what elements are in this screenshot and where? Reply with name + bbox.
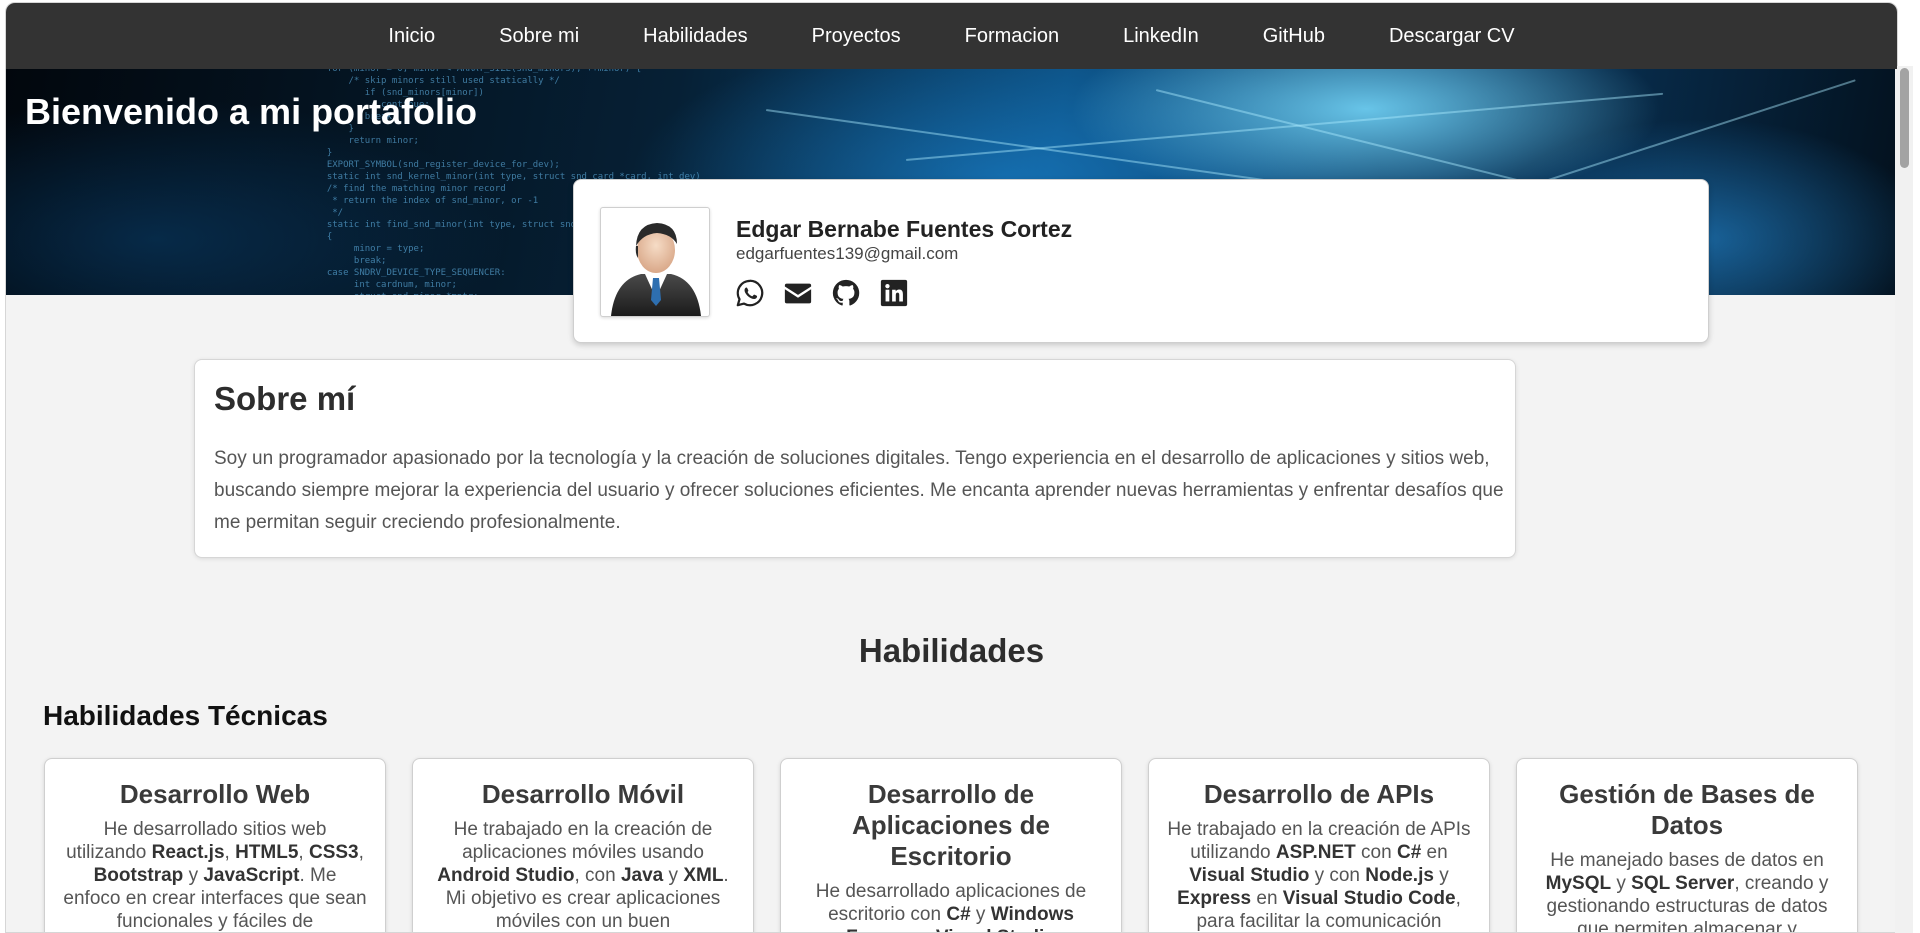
- nav-link-sobre-mi[interactable]: Sobre mi: [499, 25, 579, 48]
- skill-card-web: Desarrollo Web He desarrollado sitios we…: [44, 758, 386, 932]
- skill-keyword: Node.js: [1365, 865, 1434, 886]
- social-links: [735, 278, 909, 308]
- browser-viewport: Inicio Sobre mi Habilidades Proyectos Fo…: [5, 2, 1898, 933]
- whatsapp-icon[interactable]: [735, 278, 765, 308]
- skill-card-title: Desarrollo de APIs: [1203, 779, 1435, 809]
- linkedin-icon[interactable]: [879, 278, 909, 308]
- skill-text: y: [183, 865, 204, 886]
- email-icon[interactable]: [783, 278, 813, 308]
- skill-keyword: Java: [620, 865, 664, 886]
- nav-link-habilidades[interactable]: Habilidades: [643, 25, 748, 48]
- skill-text: y con: [1309, 865, 1366, 886]
- skill-keyword: MySQL: [1545, 873, 1612, 894]
- nav-link-inicio[interactable]: Inicio: [388, 25, 435, 48]
- skill-text: y: [1433, 865, 1449, 886]
- skill-keyword: SQL Server: [1631, 873, 1735, 894]
- skill-text: en: [1421, 842, 1448, 863]
- skill-text: He trabajado en la creación de aplicacio…: [453, 819, 713, 863]
- about-section: Sobre mí Soy un programador apasionado p…: [194, 359, 1516, 558]
- skill-keyword: Visual Studio: [1189, 865, 1310, 886]
- skill-keyword: Android Studio: [437, 865, 575, 886]
- profile-email: edgarfuentes139@gmail.com: [736, 244, 959, 263]
- skill-text: en: [1251, 888, 1283, 909]
- skills-title: Habilidades: [858, 632, 1045, 669]
- technical-skills-subtitle: Habilidades Técnicas: [43, 700, 328, 731]
- skill-keyword: Visual Studio: [936, 927, 1056, 932]
- skill-keyword: Express: [1177, 888, 1252, 909]
- skill-keyword: Windows: [990, 904, 1074, 925]
- skill-text: ,: [358, 842, 364, 863]
- avatar: [600, 207, 710, 317]
- skill-card-databases: Gestión de Bases de Datos He manejado ba…: [1516, 758, 1858, 932]
- skill-keyword: CSS3: [308, 842, 359, 863]
- skill-card-title: Desarrollo Web: [119, 779, 311, 809]
- github-icon[interactable]: [831, 278, 861, 308]
- skill-keyword: React.js: [151, 842, 225, 863]
- hero-light-streak: [905, 92, 1664, 161]
- nav-link-descargar-cv[interactable]: Descargar CV: [1389, 25, 1515, 48]
- skill-keyword: C#: [1396, 842, 1422, 863]
- skill-card-description: He desarrollado sitios web utilizando Re…: [63, 818, 367, 932]
- skill-card-description: He trabajado en la creación de APIs util…: [1167, 818, 1471, 932]
- skill-card-description: He desarrollado aplicaciones de escritor…: [799, 880, 1103, 932]
- skill-text: ,: [224, 842, 236, 863]
- avatar-businessman-icon: [611, 223, 701, 316]
- skill-text: y: [1611, 873, 1632, 894]
- skill-text: y: [970, 904, 991, 925]
- skill-keyword: ASP.NET: [1275, 842, 1356, 863]
- skill-keyword: Bootstrap: [93, 865, 184, 886]
- skill-card-apis: Desarrollo de APIs He trabajado en la cr…: [1148, 758, 1490, 932]
- skill-keyword: Visual Studio Code: [1282, 888, 1456, 909]
- skill-text: con: [1355, 842, 1397, 863]
- skill-card-description: He trabajado en la creación de aplicacio…: [431, 818, 735, 932]
- vertical-scrollbar[interactable]: [1895, 66, 1913, 933]
- nav-link-github[interactable]: GitHub: [1263, 25, 1325, 48]
- skill-card-title: Desarrollo Móvil: [481, 779, 685, 809]
- nav-link-linkedin[interactable]: LinkedIn: [1123, 25, 1199, 48]
- skill-text: y: [663, 865, 684, 886]
- skill-card-title: Gestión de Bases de Datos: [1559, 779, 1815, 840]
- about-title: Sobre mí: [214, 380, 356, 417]
- profile-card: Edgar Bernabe Fuentes Cortez edgarfuente…: [573, 179, 1709, 343]
- skill-keyword: JavaScript: [203, 865, 300, 886]
- skill-card-title: Desarrollo de Aplicaciones de Escritorio: [852, 779, 1050, 871]
- skill-keyword: HTML5: [235, 842, 299, 863]
- skill-card-desktop: Desarrollo de Aplicaciones de Escritorio…: [780, 758, 1122, 932]
- skill-text: ,: [298, 842, 309, 863]
- hero-title: Bienvenido a mi portafolio: [25, 91, 478, 132]
- skill-keyword: XML: [683, 865, 724, 886]
- skill-card-mobile: Desarrollo Móvil He trabajado en la crea…: [412, 758, 754, 932]
- nav-link-formacion[interactable]: Formacion: [965, 25, 1059, 48]
- about-text: Soy un programador apasionado por la tec…: [214, 448, 1504, 533]
- profile-name: Edgar Bernabe Fuentes Cortez: [736, 216, 1073, 242]
- skill-text: en: [904, 927, 936, 932]
- nav-link-proyectos[interactable]: Proyectos: [812, 25, 901, 48]
- skill-card-description: He manejado bases de datos en MySQL y SQ…: [1535, 849, 1839, 932]
- scrollbar-thumb[interactable]: [1900, 68, 1909, 168]
- skill-text: , con: [574, 865, 621, 886]
- skill-keyword: Forms: [846, 927, 904, 932]
- top-navbar: Inicio Sobre mi Habilidades Proyectos Fo…: [6, 3, 1897, 69]
- skill-keyword: C#: [946, 904, 971, 925]
- skill-text: He manejado bases de datos en: [1550, 850, 1824, 871]
